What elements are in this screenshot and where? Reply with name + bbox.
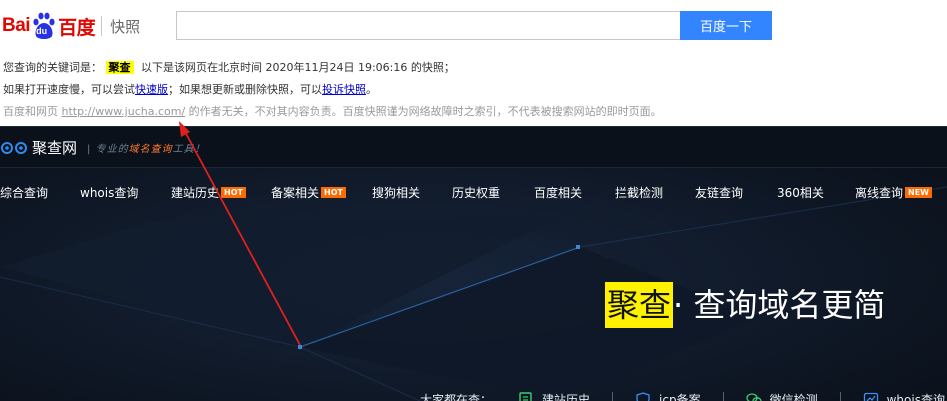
nav-label: 友链查询	[695, 184, 743, 201]
snapshot-label: 快照	[110, 16, 140, 37]
nav-item-icp[interactable]: 备案相关 HOT	[271, 184, 346, 201]
nav-item-360[interactable]: 360相关	[777, 184, 824, 201]
keyword-highlight: 聚查	[106, 61, 134, 74]
jucha-page: 聚查网 | 专业的域名查询工具！ 综合查询 whois查询 建站历史 HOT 备…	[0, 126, 947, 401]
popular-item-label: 建站历史	[542, 391, 590, 401]
popular-icp[interactable]: icp备案	[635, 391, 701, 401]
jucha-eye-icon	[0, 139, 30, 157]
nav-item-sogou[interactable]: 搜狗相关	[372, 184, 420, 201]
baidu-paw-icon: du	[31, 11, 57, 41]
search-button[interactable]: 百度一下	[680, 11, 772, 40]
nav-item-offline[interactable]: 离线查询 NEW	[855, 184, 932, 201]
popular-wechat[interactable]: 微信检测	[746, 391, 818, 401]
slogan-pre: | 专业的	[87, 144, 129, 155]
snapshot-time-text: 以下是该网页在北京时间 2020年11月24日 19:06:16 的快照；	[141, 61, 455, 74]
baidu-snapshot-header: Bai du 百度 快照 百度一下 您查询的关键词是： 聚查 以下是该网页在北京…	[0, 0, 947, 126]
popular-searches: 大家都在查： 建站历史 icp备案 微信检测	[420, 389, 947, 401]
jucha-topbar: 聚查网 | 专业的域名查询工具！	[0, 127, 947, 168]
nav-label: 360相关	[777, 184, 824, 201]
hot-badge: HOT	[321, 187, 346, 198]
hot-badge: HOT	[221, 187, 246, 198]
new-badge: NEW	[905, 187, 932, 198]
nav-item-baidu[interactable]: 百度相关	[534, 184, 582, 201]
logo-divider	[101, 16, 102, 36]
disclaimer-text-2: 的作者无关，不对其内容负责。百度快照谨为网络故障时之索引，不代表被搜索网站的即时…	[185, 105, 662, 118]
baidu-logo-cn: 百度	[58, 13, 95, 40]
hero-highlight: 聚查	[605, 282, 673, 328]
nav-label: 备案相关	[271, 184, 319, 201]
nav-item-block-check[interactable]: 拦截检测	[615, 184, 663, 201]
snapshot-disclaimer-line: 百度和网页 http://www.jucha.com/ 的作者无关，不对其内容负…	[3, 103, 662, 119]
nav-label: 建站历史	[171, 184, 219, 201]
nav-label: whois查询	[80, 184, 138, 201]
options-text-2: ；如果想更新或删除快照，可以	[168, 83, 322, 96]
jucha-slogan: | 专业的域名查询工具！	[87, 140, 206, 155]
slogan-accent: 域名查询	[129, 144, 173, 155]
baidu-paw-text: du	[36, 26, 47, 36]
search-input[interactable]	[176, 11, 680, 40]
popular-item-label: icp备案	[659, 391, 701, 401]
baidu-logo-bai: Bai	[2, 15, 30, 37]
popular-label: 大家都在查：	[420, 391, 492, 401]
popular-item-label: 微信检测	[770, 391, 818, 401]
keyword-prefix: 您查询的关键词是：	[3, 61, 102, 74]
jucha-nav: 综合查询 whois查询 建站历史 HOT 备案相关 HOT 搜狗相关 历史权重…	[0, 167, 947, 217]
fast-version-link[interactable]: 快速版	[135, 83, 168, 96]
nav-item-history-weight[interactable]: 历史权重	[452, 184, 500, 201]
complain-snapshot-link[interactable]: 投诉快照	[322, 83, 366, 96]
snapshot-options-line: 如果打开速度慢，可以尝试快速版；如果想更新或删除快照，可以投诉快照。	[3, 81, 377, 97]
slogan-post: 工具！	[173, 144, 206, 155]
nav-label: 综合查询	[0, 184, 48, 201]
nav-item-whois[interactable]: whois查询	[80, 184, 138, 201]
options-text-3: 。	[366, 83, 377, 96]
nav-item-friend-links[interactable]: 友链查询	[695, 184, 743, 201]
jucha-logo[interactable]: 聚查网 | 专业的域名查询工具！	[0, 137, 206, 158]
nav-item-site-history[interactable]: 建站历史 HOT	[171, 184, 246, 201]
popular-item-label: whois查询	[887, 391, 945, 401]
popular-whois[interactable]: whois查询	[863, 391, 945, 401]
options-text-1: 如果打开速度慢，可以尝试	[3, 83, 135, 96]
nav-label: 搜狗相关	[372, 184, 420, 201]
disclaimer-text-1: 百度和网页	[3, 105, 62, 118]
jucha-logo-text: 聚查网	[32, 137, 77, 158]
nav-item-comprehensive[interactable]: 综合查询	[0, 184, 48, 201]
source-url-link[interactable]: http://www.jucha.com/	[62, 105, 186, 118]
popular-site-history[interactable]: 建站历史	[518, 391, 590, 401]
nav-label: 百度相关	[534, 184, 582, 201]
hero-rest: · 查询域名更简	[673, 282, 885, 328]
nav-label: 离线查询	[855, 184, 903, 201]
nav-label: 历史权重	[452, 184, 500, 201]
baidu-logo[interactable]: Bai du 百度 快照	[2, 8, 140, 44]
snapshot-keyword-line: 您查询的关键词是： 聚查 以下是该网页在北京时间 2020年11月24日 19:…	[3, 59, 455, 75]
nav-label: 拦截检测	[615, 184, 663, 201]
hero-title: 聚查 · 查询域名更简	[605, 282, 885, 328]
